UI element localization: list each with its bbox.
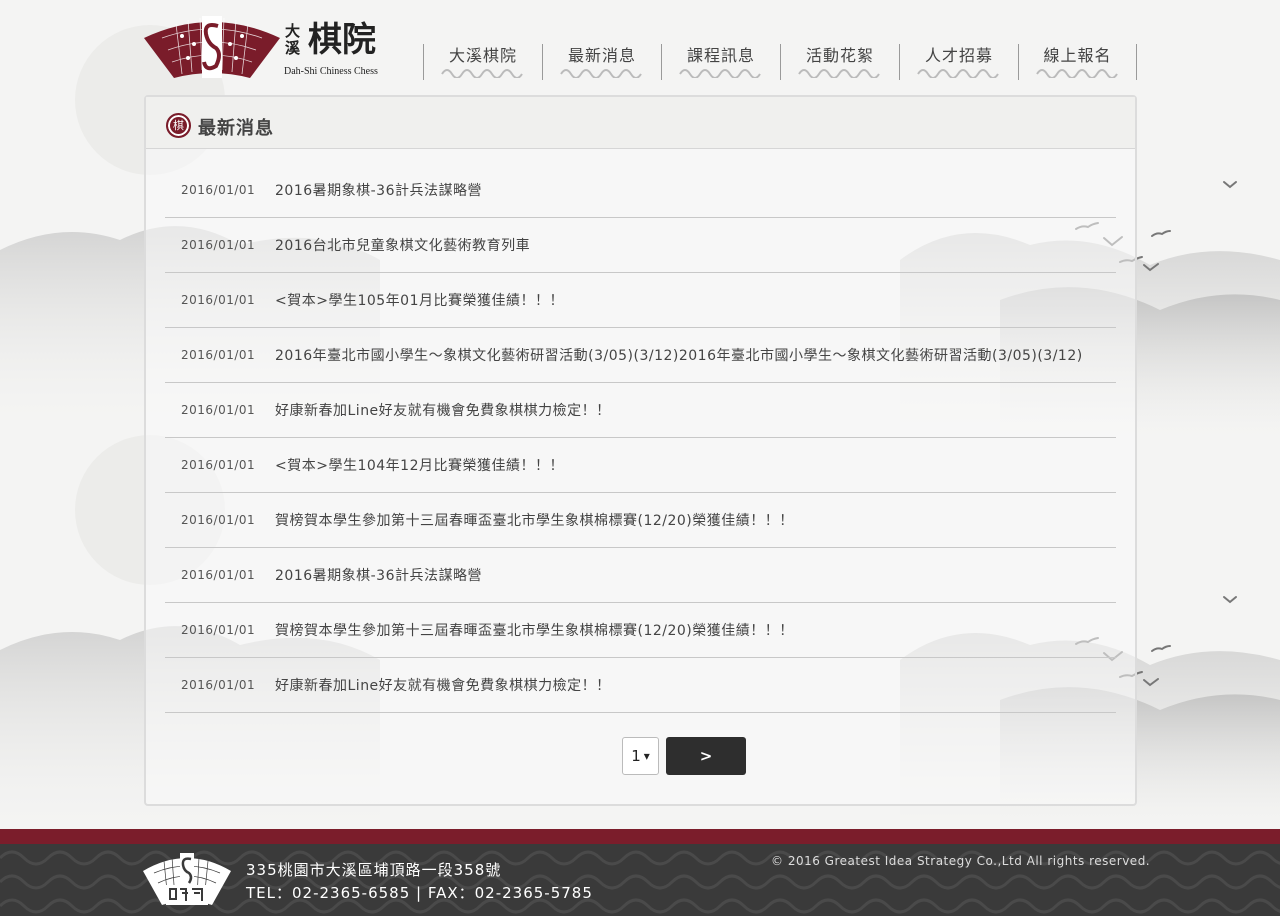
fan-logo-icon <box>144 16 280 78</box>
news-item[interactable]: 2016/01/01 2016暑期象棋-36計兵法謀略營 <box>165 163 1116 218</box>
news-item[interactable]: 2016/01/01 <賀本>學生104年12月比賽榮獲佳績！！！ <box>165 438 1116 493</box>
page-select[interactable]: 1 ▾ <box>622 737 659 775</box>
panel-header: 棋 最新消息 <box>146 97 1135 149</box>
news-title-link[interactable]: <賀本>學生105年01月比賽榮獲佳績！！！ <box>275 290 1116 310</box>
news-title-link[interactable]: <賀本>學生104年12月比賽榮獲佳績！！！ <box>275 455 1116 475</box>
news-panel: 棋 最新消息 2016/01/01 2016暑期象棋-36計兵法謀略營 2016/… <box>144 95 1137 806</box>
page-select-value: 1 <box>631 747 641 765</box>
chess-piece-icon-char: 棋 <box>173 119 184 132</box>
news-date: 2016/01/01 <box>181 678 256 692</box>
news-date: 2016/01/01 <box>181 238 256 252</box>
wave-ornament-icon <box>441 69 523 78</box>
news-date: 2016/01/01 <box>181 623 256 637</box>
news-item[interactable]: 2016/01/01 好康新春加Line好友就有機會免費象棋棋力檢定！！ <box>165 383 1116 438</box>
nav-item-about[interactable]: 大溪棋院 <box>423 44 542 80</box>
nav-item-recruit[interactable]: 人才招募 <box>899 44 1018 80</box>
footer-accent-bar <box>0 829 1280 844</box>
news-item[interactable]: 2016/01/01 2016台北市兒童象棋文化藝術教育列車 <box>165 218 1116 273</box>
site-header: 大溪 棋院 Dah-Shi Chiness Chess 大溪棋院 最新消息 課程… <box>0 0 1280 95</box>
site-footer: 335桃園市大溪區埔頂路一段358號 TEL：02-2365-6585 | FA… <box>0 829 1280 916</box>
logo-subtitle: Dah-Shi Chiness Chess <box>284 66 378 77</box>
news-title-link[interactable]: 2016暑期象棋-36計兵法謀略營 <box>275 180 1116 200</box>
wave-ornament-icon <box>798 69 880 78</box>
nav-item-activities[interactable]: 活動花絮 <box>780 44 899 80</box>
news-date: 2016/01/01 <box>181 568 256 582</box>
news-title-link[interactable]: 賀榜賀本學生參加第十三屆春暉盃臺北市學生象棋棉標賽(12/20)榮獲佳績！！！ <box>275 620 1116 640</box>
news-date: 2016/01/01 <box>181 348 256 362</box>
news-item[interactable]: 2016/01/01 賀榜賀本學生參加第十三屆春暉盃臺北市學生象棋棉標賽(12/2… <box>165 603 1116 658</box>
news-title-link[interactable]: 2016暑期象棋-36計兵法謀略營 <box>275 565 1116 585</box>
news-list: 2016/01/01 2016暑期象棋-36計兵法謀略營 2016/01/01 20… <box>165 163 1116 713</box>
news-date: 2016/01/01 <box>181 403 256 417</box>
news-date: 2016/01/01 <box>181 458 256 472</box>
nav-label: 人才招募 <box>924 46 993 65</box>
chevron-down-icon: ▾ <box>643 749 650 763</box>
news-item[interactable]: 2016/01/01 2016年臺北市國小學生～象棋文化藝術研習活動(3/05)(… <box>165 328 1116 383</box>
news-title-link[interactable]: 2016年臺北市國小學生～象棋文化藝術研習活動(3/05)(3/12)2016年… <box>275 345 1116 365</box>
news-date: 2016/01/01 <box>181 183 256 197</box>
nav-item-courses[interactable]: 課程訊息 <box>661 44 780 80</box>
nav-label: 課程訊息 <box>686 46 755 65</box>
next-page-button[interactable]: > <box>666 737 746 775</box>
nav-item-news[interactable]: 最新消息 <box>542 44 661 80</box>
footer-logo-icon[interactable] <box>142 851 232 907</box>
footer-phone-fax: TEL：02-2365-6585 | FAX：02-2365-5785 <box>246 884 593 902</box>
news-title-link[interactable]: 好康新春加Line好友就有機會免費象棋棋力檢定！！ <box>275 675 1116 695</box>
news-date: 2016/01/01 <box>181 293 256 307</box>
news-title-link[interactable]: 賀榜賀本學生參加第十三屆春暉盃臺北市學生象棋棉標賽(12/20)榮獲佳績！！！ <box>275 510 1116 530</box>
footer-copyright: © 2016 Greatest Idea Strategy Co.,Ltd Al… <box>771 854 1151 868</box>
main-nav: 大溪棋院 最新消息 課程訊息 活動花絮 人才招募 線上報名 <box>423 44 1137 80</box>
news-item[interactable]: 2016/01/01 賀榜賀本學生參加第十三屆春暉盃臺北市學生象棋棉標賽(12/2… <box>165 493 1116 548</box>
wave-ornament-icon <box>679 69 761 78</box>
news-item[interactable]: 2016/01/01 好康新春加Line好友就有機會免費象棋棋力檢定！！ <box>165 658 1116 713</box>
news-date: 2016/01/01 <box>181 513 256 527</box>
logo-small-text: 大溪 <box>285 22 301 57</box>
nav-label: 大溪棋院 <box>448 46 517 65</box>
page-title: 最新消息 <box>198 118 274 139</box>
pagination: 1 ▾ > <box>622 737 746 775</box>
nav-label: 活動花絮 <box>805 46 874 65</box>
nav-label: 最新消息 <box>567 46 636 65</box>
site-logo[interactable]: 大溪 棋院 Dah-Shi Chiness Chess <box>142 14 392 80</box>
chess-piece-icon: 棋 <box>166 113 191 138</box>
news-item[interactable]: 2016/01/01 2016暑期象棋-36計兵法謀略營 <box>165 548 1116 603</box>
footer-address: 335桃園市大溪區埔頂路一段358號 <box>246 861 502 879</box>
wave-ornament-icon <box>1036 69 1118 78</box>
logo-title: 棋院 <box>308 20 376 60</box>
wave-ornament-icon <box>560 69 642 78</box>
news-item[interactable]: 2016/01/01 <賀本>學生105年01月比賽榮獲佳績！！！ <box>165 273 1116 328</box>
news-title-link[interactable]: 2016台北市兒童象棋文化藝術教育列車 <box>275 235 1116 255</box>
nav-item-register[interactable]: 線上報名 <box>1018 44 1137 80</box>
wave-ornament-icon <box>917 69 999 78</box>
nav-label: 線上報名 <box>1043 46 1112 65</box>
news-title-link[interactable]: 好康新春加Line好友就有機會免費象棋棋力檢定！！ <box>275 400 1116 420</box>
